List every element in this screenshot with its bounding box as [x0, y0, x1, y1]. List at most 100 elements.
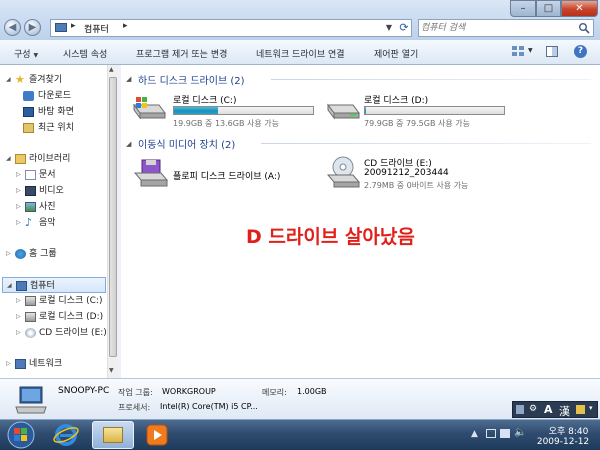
nav-item-label: 비디오: [39, 186, 64, 196]
map-network-drive-button[interactable]: 네트워크 드라이브 연결: [256, 47, 345, 60]
taskbar: ▲ 🔈 오후 8:40 2009-12-12: [0, 419, 600, 450]
forward-button[interactable]: ▶: [24, 19, 41, 36]
nav-item-drive-c[interactable]: ▷ 로컬 디스크 (C:): [0, 293, 118, 309]
pictures-icon: [25, 202, 36, 212]
clock-date[interactable]: 2009-12-12: [530, 437, 596, 447]
details-pane: SNOOPY-PC 작업 그룹: WORKGROUP 메모리: 1.00GB 프…: [0, 378, 600, 419]
expand-arrow-icon[interactable]: ▷: [16, 215, 21, 231]
group-collapse-icon[interactable]: ◢: [126, 75, 131, 83]
close-button[interactable]: ✕: [561, 0, 598, 17]
drive-e-volume-label: 20091212_203444: [364, 168, 449, 178]
volume-icon[interactable]: 🔈: [514, 427, 526, 438]
help-icon[interactable]: ?: [574, 45, 587, 58]
memory-value: 1.00GB: [297, 387, 327, 396]
expand-arrow-icon[interactable]: ▷: [16, 325, 21, 341]
input-mode-toggle[interactable]: A: [544, 403, 553, 416]
group-header-removable[interactable]: 이동식 미디어 장치 (2): [138, 136, 235, 151]
drive-c-name: 로컬 디스크 (C:): [173, 96, 237, 106]
nav-homegroup-label: 홈 그룹: [29, 249, 57, 259]
scroll-up-arrow-icon[interactable]: ▲: [109, 66, 114, 73]
search-box[interactable]: [418, 19, 594, 37]
nav-item-label: 바탕 화면: [38, 107, 74, 117]
workgroup-label: 작업 그룹:: [118, 388, 153, 397]
videos-icon: [25, 186, 36, 196]
search-input[interactable]: [421, 21, 571, 35]
collapse-arrow-icon[interactable]: ◢: [6, 151, 11, 167]
nav-favorites[interactable]: ◢ ★ 즐겨찾기: [0, 72, 118, 88]
nav-item-recent-places[interactable]: 최근 위치: [0, 120, 118, 136]
scrollbar-thumb[interactable]: [109, 77, 117, 357]
nav-item-music[interactable]: ▷ ♪ 음악: [0, 215, 118, 231]
nav-item-downloads[interactable]: 다운로드: [0, 88, 118, 104]
nav-item-pictures[interactable]: ▷ 사진: [0, 199, 118, 215]
organize-button[interactable]: 구성 ▼: [14, 47, 38, 60]
nav-computer[interactable]: ◢ 컴퓨터: [2, 277, 106, 293]
show-hidden-icons-icon[interactable]: ▲: [471, 429, 478, 439]
drag-handle-icon[interactable]: [516, 405, 524, 414]
group-collapse-icon[interactable]: ◢: [126, 140, 131, 148]
nav-item-label: 로컬 디스크 (D:): [39, 312, 104, 322]
computer-icon: [16, 281, 27, 291]
expand-arrow-icon[interactable]: ▷: [16, 199, 21, 215]
address-location[interactable]: 컴퓨터: [84, 22, 109, 35]
expand-arrow-icon[interactable]: ▷: [6, 246, 11, 262]
windows-drive-icon: [133, 97, 166, 120]
address-history-dropdown[interactable]: ▼: [383, 19, 395, 37]
nav-scrollbar[interactable]: ▲ ▼: [107, 65, 118, 378]
back-button[interactable]: ◀: [4, 19, 21, 36]
workgroup-value: WORKGROUP: [162, 387, 216, 396]
downloads-icon: [23, 91, 34, 101]
internet-explorer-icon[interactable]: [52, 422, 80, 448]
desktop-icon: [23, 107, 34, 117]
nav-item-videos[interactable]: ▷ 비디오: [0, 183, 118, 199]
change-view-icon[interactable]: [512, 46, 524, 56]
star-icon: ★: [15, 73, 25, 86]
nav-item-label: 음악: [39, 218, 56, 228]
group-header-hard-disks[interactable]: 하드 디스크 드라이브 (2): [138, 72, 245, 87]
nav-item-drive-e[interactable]: ▷ CD 드라이브 (E:): [0, 325, 118, 341]
ime-settings-icon[interactable]: ⚙: [529, 404, 537, 414]
collapse-arrow-icon[interactable]: ◢: [7, 278, 12, 294]
scroll-down-arrow-icon[interactable]: ▼: [109, 367, 114, 374]
address-box[interactable]: ▸ 컴퓨터 ▸: [50, 19, 412, 37]
drive-d-usage-fill: [365, 107, 366, 114]
nav-item-label: 다운로드: [38, 91, 72, 101]
minimize-button[interactable]: –: [510, 0, 536, 17]
search-icon[interactable]: [578, 22, 590, 34]
system-properties-button[interactable]: 시스템 속성: [63, 47, 107, 60]
nav-item-label: CD 드라이브 (E:): [39, 328, 107, 338]
address-separator[interactable]: ▸: [71, 21, 76, 31]
maximize-button[interactable]: □: [536, 0, 561, 17]
expand-arrow-icon[interactable]: ▷: [16, 183, 21, 199]
nav-homegroup[interactable]: ▷ 홈 그룹: [0, 246, 118, 262]
nav-item-drive-d[interactable]: ▷ 로컬 디스크 (D:): [0, 309, 118, 325]
drive-c-usage-bar: [173, 106, 314, 115]
hanja-toggle[interactable]: 漢: [559, 403, 570, 419]
ime-pad-icon[interactable]: [576, 405, 585, 414]
clock-time[interactable]: 오후 8:40: [541, 424, 596, 437]
media-player-icon[interactable]: [145, 423, 169, 447]
chevron-down-icon: ▼: [33, 52, 39, 59]
expand-arrow-icon[interactable]: ▷: [16, 167, 21, 183]
expand-arrow-icon[interactable]: ▷: [16, 309, 21, 325]
address-separator[interactable]: ▸: [123, 21, 128, 31]
organize-label: 구성: [14, 50, 31, 60]
collapse-arrow-icon[interactable]: ◢: [6, 72, 11, 88]
expand-arrow-icon[interactable]: ▷: [6, 356, 11, 372]
open-control-panel-button[interactable]: 제어판 열기: [374, 47, 418, 60]
preview-pane-icon[interactable]: [546, 46, 558, 57]
uninstall-program-button[interactable]: 프로그램 제거 또는 변경: [136, 47, 227, 60]
refresh-button[interactable]: ⟳: [395, 19, 413, 37]
nav-item-desktop[interactable]: 바탕 화면: [0, 104, 118, 120]
action-center-icon[interactable]: [486, 429, 496, 438]
expand-arrow-icon[interactable]: ▷: [16, 293, 21, 309]
start-button[interactable]: [4, 420, 38, 450]
network-status-icon[interactable]: [500, 429, 510, 438]
view-options-dropdown[interactable]: ▼: [528, 47, 533, 54]
nav-item-documents[interactable]: ▷ 문서: [0, 167, 118, 183]
taskbar-explorer-button[interactable]: [92, 421, 134, 449]
nav-network[interactable]: ▷ 네트워크: [0, 356, 118, 372]
language-bar-menu-icon[interactable]: ▾: [589, 404, 593, 412]
drive-d-name: 로컬 디스크 (D:): [364, 96, 429, 106]
nav-libraries[interactable]: ◢ 라이브러리: [0, 151, 118, 167]
